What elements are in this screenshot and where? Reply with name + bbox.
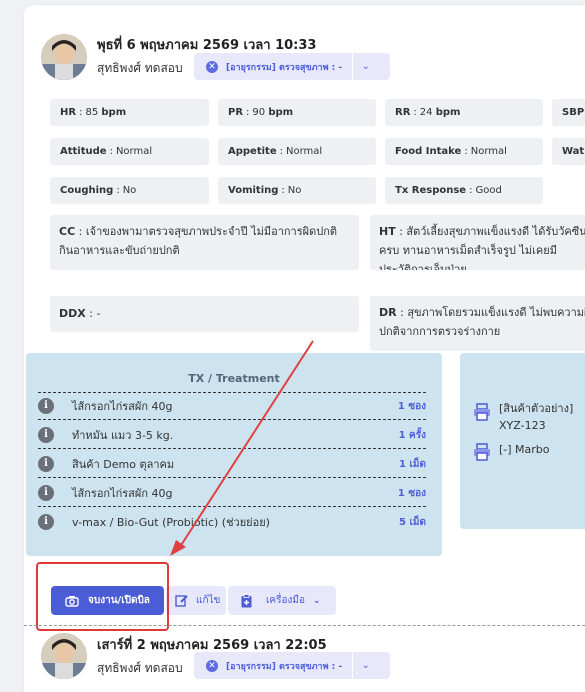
chevron-down-icon[interactable]: ⌄	[352, 652, 378, 679]
avatar	[41, 633, 87, 679]
status-label: [อายุรกรรม] ตรวจสุขภาพ : -	[226, 661, 343, 672]
status-dropdown[interactable]: ✕ [อายุรกรรม] ตรวจสุขภาพ : - ⌄	[194, 652, 390, 679]
doctor-name: สุทธิพงศ์ ทดสอบ	[97, 661, 183, 675]
close-icon[interactable]: ✕	[206, 659, 218, 672]
annotation-arrow	[170, 340, 314, 556]
entry-divider	[24, 625, 585, 626]
